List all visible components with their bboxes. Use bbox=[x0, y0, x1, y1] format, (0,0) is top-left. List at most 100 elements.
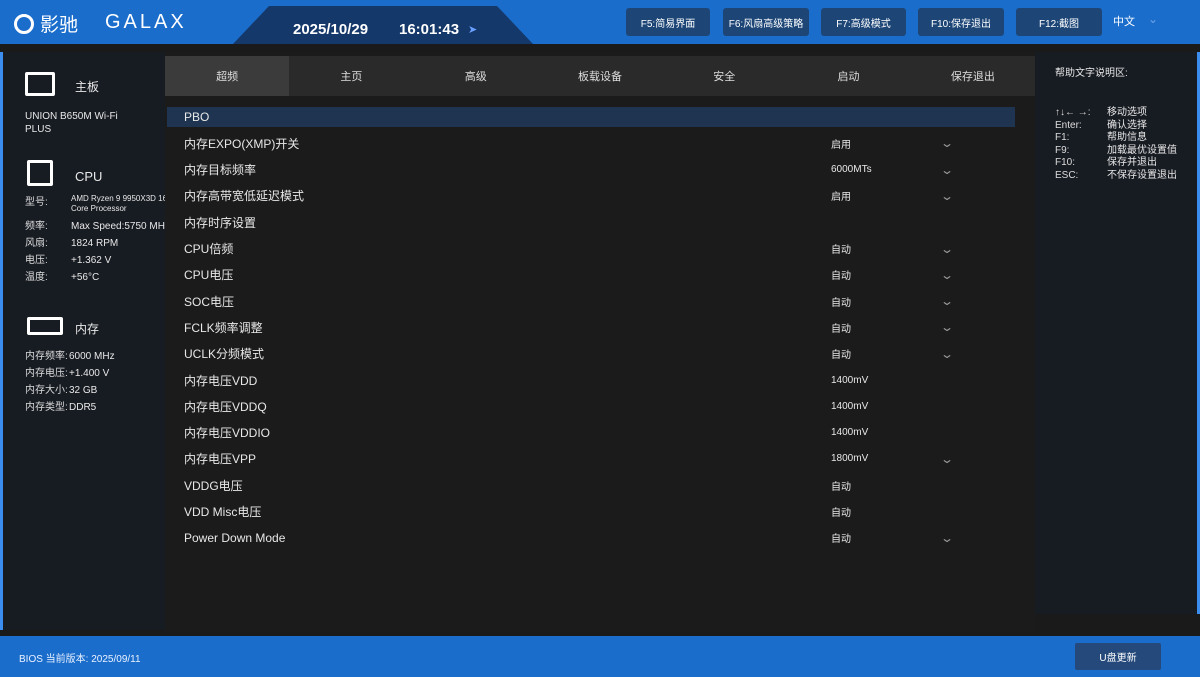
brand-cn: 影驰 bbox=[40, 15, 79, 36]
system-info-panel: 主板 UNION B650M Wi-Fi PLUS CPU 型号: AMD Ryz… bbox=[0, 52, 170, 630]
info-value: +1.362 V bbox=[71, 255, 112, 266]
info-key: 内存大小: bbox=[25, 385, 68, 396]
tab-1[interactable]: 主页 bbox=[289, 56, 413, 96]
bios-date: 2025/09/11 bbox=[91, 654, 141, 665]
info-value: DDR5 bbox=[69, 402, 97, 413]
info-key: 内存频率: bbox=[25, 351, 68, 362]
info-row: ESC: 不保存设置退出 bbox=[1055, 170, 1177, 183]
language-select[interactable]: 中文 bbox=[1113, 13, 1135, 29]
f5-easy-mode-button[interactable]: F5:简易界面 bbox=[626, 8, 710, 36]
setting-row[interactable]: VDD Misc电压 自动 bbox=[167, 502, 1015, 522]
chevron-down-icon[interactable]: ⌄ bbox=[940, 452, 954, 466]
setting-row[interactable]: FCLK频率调整 自动 ⌄ bbox=[167, 317, 1015, 337]
setting-label: SOC电压 bbox=[184, 294, 235, 309]
info-key: F1: bbox=[1055, 132, 1070, 143]
setting-row[interactable]: Power Down Mode 自动 ⌄ bbox=[167, 528, 1015, 548]
cpu-title: CPU bbox=[75, 169, 103, 184]
motherboard-model: UNION B650M Wi-Fi PLUS bbox=[25, 111, 118, 135]
setting-row[interactable]: 内存电压VDD 1400mV bbox=[167, 370, 1015, 390]
chevron-down-icon[interactable]: ⌄ bbox=[940, 531, 954, 545]
setting-row[interactable]: VDDG电压 自动 bbox=[167, 475, 1015, 495]
f12-screenshot-button[interactable]: F12:截图 bbox=[1016, 8, 1102, 36]
memory-icon bbox=[27, 317, 63, 335]
info-row: F9: 加载最优设置值 bbox=[1055, 145, 1177, 158]
setting-value[interactable]: 1800mV bbox=[831, 453, 868, 464]
setting-row[interactable]: CPU倍频 自动 ⌄ bbox=[167, 239, 1015, 259]
chevron-down-icon[interactable]: ⌄ bbox=[940, 242, 954, 256]
info-row: 温度: +56°C bbox=[25, 269, 171, 286]
setting-value[interactable]: 启用 bbox=[831, 188, 851, 203]
tab-5[interactable]: 启动 bbox=[786, 56, 910, 96]
setting-value[interactable]: 启用 bbox=[831, 136, 851, 151]
setting-row[interactable]: 内存电压VDDQ 1400mV bbox=[167, 396, 1015, 416]
info-row: 电压: +1.362 V bbox=[25, 252, 171, 269]
setting-row[interactable]: 内存电压VPP 1800mV ⌄ bbox=[167, 449, 1015, 469]
info-key: 电压: bbox=[25, 255, 48, 266]
info-key: 温度: bbox=[25, 272, 48, 283]
setting-label: 内存电压VDDIO bbox=[184, 426, 271, 441]
setting-value[interactable]: 自动 bbox=[831, 504, 851, 519]
setting-row[interactable]: 内存电压VDDIO 1400mV bbox=[167, 423, 1015, 443]
chevron-down-icon[interactable]: ⌄ bbox=[940, 136, 954, 150]
info-row: F1: 帮助信息 bbox=[1055, 132, 1177, 145]
info-row: Enter: 确认选择 bbox=[1055, 120, 1177, 133]
setting-label: 内存高带宽低延迟模式 bbox=[184, 189, 305, 204]
chevron-down-icon[interactable]: ⌄ bbox=[940, 268, 954, 282]
tab-2[interactable]: 高级 bbox=[414, 56, 538, 96]
setting-row[interactable]: 内存高带宽低延迟模式 启用 ⌄ bbox=[167, 186, 1015, 206]
setting-value[interactable]: 自动 bbox=[831, 294, 851, 309]
f7-advanced-button[interactable]: F7:高级模式 bbox=[821, 8, 906, 36]
chevron-down-icon[interactable]: ⌄ bbox=[940, 189, 954, 203]
setting-row[interactable]: UCLK分频模式 自动 ⌄ bbox=[167, 344, 1015, 364]
info-value: 移动选项 bbox=[1107, 107, 1147, 118]
setting-label: 内存电压VDD bbox=[184, 373, 258, 388]
setting-row[interactable]: 内存EXPO(XMP)开关 启用 ⌄ bbox=[167, 133, 1015, 153]
setting-row[interactable]: PBO bbox=[167, 107, 1015, 127]
brand-en: GALAX bbox=[105, 11, 187, 33]
tab-6[interactable]: 保存退出 bbox=[911, 56, 1035, 96]
setting-label: CPU倍频 bbox=[184, 242, 234, 256]
setting-value[interactable]: 1400mV bbox=[831, 401, 868, 412]
info-value: 加载最优设置值 bbox=[1107, 144, 1177, 156]
f10-save-exit-button[interactable]: F10:保存退出 bbox=[918, 8, 1004, 36]
setting-value[interactable]: 自动 bbox=[831, 241, 851, 256]
setting-label: 内存EXPO(XMP)开关 bbox=[184, 136, 300, 151]
setting-row[interactable]: 内存目标频率 6000MTs ⌄ bbox=[167, 160, 1015, 180]
info-value: AMD Ryzen 9 9950X3D 16-Core Processor bbox=[71, 194, 170, 213]
info-key: 风扇: bbox=[25, 238, 48, 249]
info-key: ESC: bbox=[1055, 169, 1079, 181]
setting-label: VDDG电压 bbox=[184, 478, 243, 493]
setting-value[interactable]: 1400mV bbox=[831, 427, 868, 438]
setting-row[interactable]: 内存时序设置 bbox=[167, 212, 1015, 232]
tab-3[interactable]: 板载设备 bbox=[538, 56, 662, 96]
chevron-down-icon[interactable]: ⌄ bbox=[940, 294, 954, 308]
chevron-down-icon[interactable]: ⌄ bbox=[940, 347, 954, 361]
setting-value[interactable]: 自动 bbox=[831, 267, 851, 282]
tab-4[interactable]: 安全 bbox=[662, 56, 786, 96]
chevron-down-icon[interactable]: ⌄ bbox=[1148, 12, 1158, 26]
setting-value[interactable]: 6000MTs bbox=[831, 164, 872, 175]
setting-row[interactable]: CPU电压 自动 ⌄ bbox=[167, 265, 1015, 285]
setting-label: Power Down Mode bbox=[184, 530, 286, 545]
setting-value[interactable]: 自动 bbox=[831, 530, 851, 545]
setting-value[interactable]: 自动 bbox=[831, 478, 851, 493]
setting-label: VDD Misc电压 bbox=[184, 505, 262, 519]
setting-value[interactable]: 自动 bbox=[831, 320, 851, 335]
info-key: 内存电压: bbox=[25, 368, 68, 379]
info-row: ↑↓← →: 移动选项 bbox=[1055, 107, 1177, 120]
tab-bar: 超频 主页 高级 板载设备 安全 启动 保存退出 bbox=[165, 56, 1035, 96]
setting-row[interactable]: SOC电压 自动 ⌄ bbox=[167, 291, 1015, 311]
chevron-down-icon[interactable]: ⌄ bbox=[940, 320, 954, 334]
f6-fan-button[interactable]: F6:风扇高级策略 bbox=[723, 8, 809, 36]
info-value: Max Speed:5750 MHz bbox=[71, 221, 170, 232]
setting-value[interactable]: 1400mV bbox=[831, 375, 868, 386]
info-key: 内存类型: bbox=[25, 402, 68, 413]
setting-value[interactable]: 自动 bbox=[831, 346, 851, 361]
info-row: 内存大小: 32 GB bbox=[25, 382, 115, 399]
usb-update-button[interactable]: U盘更新 bbox=[1075, 643, 1161, 670]
chevron-down-icon[interactable]: ⌄ bbox=[940, 163, 954, 177]
info-value: 32 GB bbox=[69, 385, 98, 396]
setting-label: 内存时序设置 bbox=[184, 215, 257, 230]
tab-0[interactable]: 超频 bbox=[165, 56, 290, 96]
clock-panel: 2025/10/29 16:01:43 ➤ bbox=[233, 6, 533, 44]
